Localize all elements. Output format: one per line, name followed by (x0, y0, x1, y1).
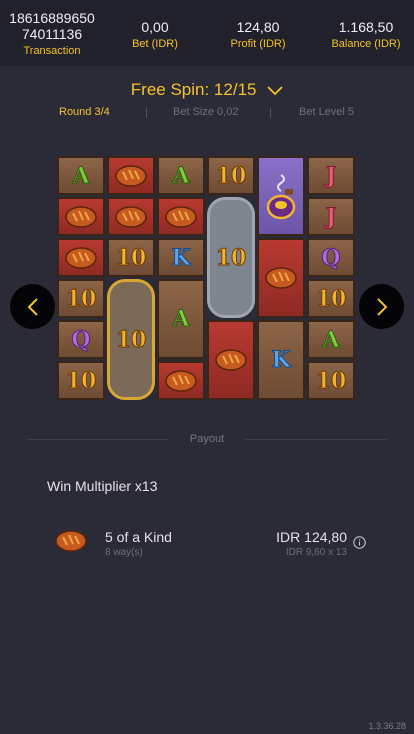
symbol-q: Q (307, 238, 355, 277)
symbol-a: A (157, 156, 205, 195)
symbol-a: A (57, 156, 105, 195)
bet-label: Bet (IDR) (132, 38, 178, 50)
next-round-button[interactable] (359, 284, 404, 329)
balance-value: 1.168,50 (338, 19, 394, 35)
symbol-10: 10 (307, 279, 355, 318)
reel-grid: A 10 Q 10 10 10 A K A 10 10 K J J Q 10 A… (57, 156, 357, 401)
round-indicator: Round 3/4 (59, 106, 110, 118)
previous-round-button[interactable] (10, 284, 55, 329)
bread-icon (54, 528, 88, 559)
win-calculation: IDR 9,60 x 13 (285, 547, 347, 558)
profit-label: Profit (IDR) (230, 38, 286, 50)
version-label: 1.3.36.28 (368, 721, 406, 731)
bread-icon (257, 238, 305, 318)
symbol-k: K (157, 238, 205, 277)
symbol-10: 10 (207, 156, 255, 195)
free-spin-title: Free Spin: 12/15 (130, 80, 257, 99)
potion-scatter-icon (257, 156, 305, 236)
symbol-k: K (257, 320, 305, 400)
divider (245, 439, 387, 440)
chevron-left-icon (27, 297, 38, 316)
symbol-10: 10 (107, 238, 155, 277)
divider (270, 108, 271, 118)
win-multiplier: Win Multiplier x13 (47, 478, 158, 494)
bread-icon (207, 320, 255, 400)
bread-icon (107, 197, 155, 236)
balance-label: Balance (IDR) (331, 38, 401, 50)
steel-framed-symbol: 10 (207, 197, 255, 318)
symbol-j: J (307, 197, 355, 236)
free-spin-selector[interactable]: Free Spin: 12/15 (0, 80, 414, 101)
profit-value: 124,80 (236, 19, 280, 35)
win-line-item: 5 of a Kind 8 way(s) IDR 124,80 IDR 9,60… (54, 526, 374, 562)
balance-info: 1.168,50 Balance (IDR) (318, 20, 414, 86)
round-info-row: Round 3/4 Bet Size 0,02 Bet Level 5 (0, 106, 414, 120)
bread-icon (157, 197, 205, 236)
symbol-j: J (307, 156, 355, 195)
transaction-label: Transaction (23, 45, 81, 57)
bread-icon (57, 197, 105, 236)
bread-icon (57, 238, 105, 277)
info-icon[interactable] (353, 536, 366, 554)
bet-size: Bet Size 0,02 (173, 106, 239, 118)
divider (146, 108, 147, 118)
symbol-q: Q (57, 320, 105, 359)
symbol-10: 10 (307, 361, 355, 400)
symbol-10: 10 (57, 279, 105, 318)
bread-icon (107, 156, 155, 195)
transaction-id-line-2: 74011136 (21, 26, 83, 42)
symbol-a: A (157, 279, 205, 359)
chevron-down-icon (267, 81, 283, 101)
bet-value: 0,00 (141, 19, 169, 35)
win-kind: 5 of a Kind (105, 529, 172, 545)
bread-icon (157, 361, 205, 400)
symbol-a: A (307, 320, 355, 359)
win-amount: IDR 124,80 (276, 529, 347, 545)
bet-level: Bet Level 5 (299, 106, 355, 118)
header-bar: 18616889650 74011136 Transaction 0,00 Be… (0, 0, 414, 66)
transaction-info: 18616889650 74011136 Transaction (0, 10, 104, 76)
win-ways: 8 way(s) (105, 547, 143, 558)
transaction-id-line-1: 18616889650 (9, 10, 95, 26)
wild-symbol-gold: 10 (107, 279, 155, 400)
symbol-10: 10 (57, 361, 105, 400)
profit-info: 124,80 Profit (IDR) (220, 20, 296, 86)
bet-info: 0,00 Bet (IDR) (118, 20, 192, 86)
chevron-right-icon (376, 297, 387, 316)
